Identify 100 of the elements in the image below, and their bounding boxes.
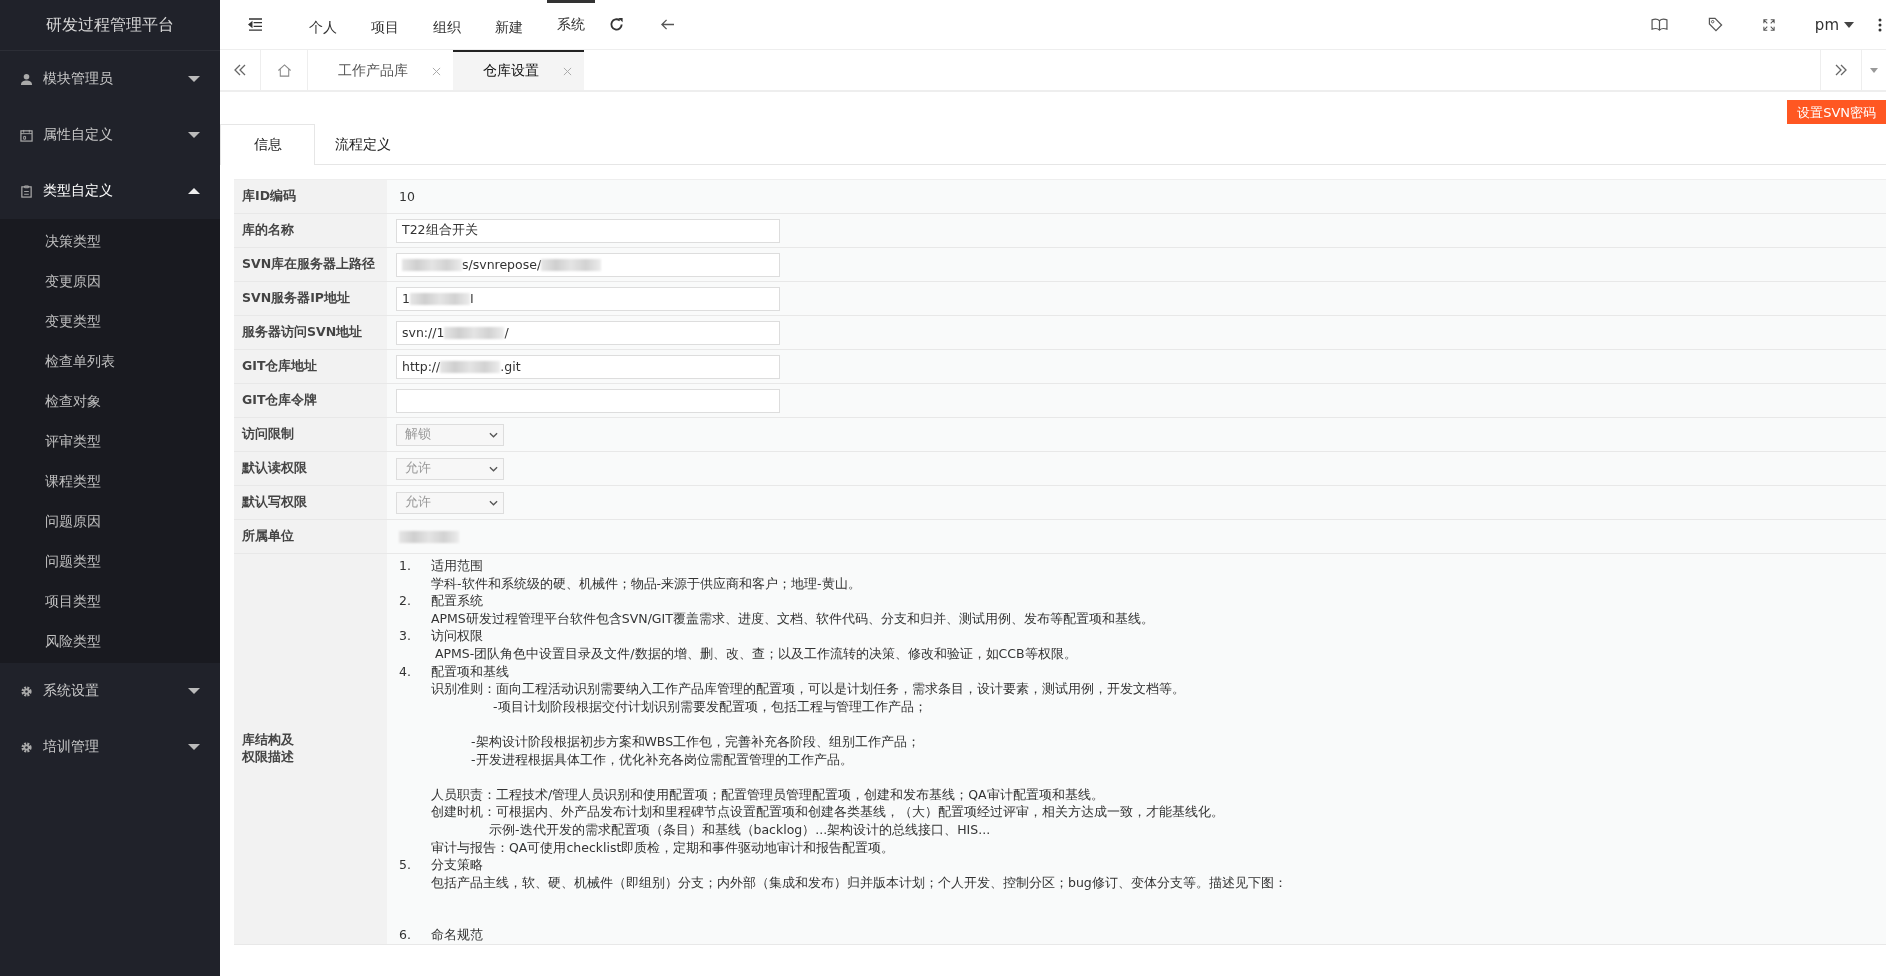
chevron-down-icon [489, 499, 498, 506]
section-heading: 命名规范 [431, 927, 483, 943]
section-heading: 访问权限 [431, 628, 483, 644]
sidebar-item[interactable]: 问题类型 [0, 541, 220, 581]
calendar-icon [20, 128, 33, 142]
field-label: 所属单位 [234, 520, 387, 553]
caret-down-icon [188, 744, 200, 750]
double-chevron-right-icon [1834, 63, 1848, 77]
field-value: 1 [402, 291, 410, 306]
field-label: GIT仓库令牌 [234, 384, 387, 417]
settings-icon [20, 740, 33, 754]
description-text: 示例-迭代开发的需求配置项（条目）和基线（backlog）...架构设计的总线接口、HIS... [488, 820, 992, 839]
list-number: 6. [399, 926, 412, 945]
user-menu[interactable]: pm [1814, 15, 1854, 34]
sidebar-group-label: 系统设置 [43, 682, 100, 700]
sidebar-item[interactable]: 风险类型 [0, 621, 220, 661]
sidebar-group[interactable]: 模块管理员 [0, 51, 220, 107]
top-nav-item[interactable]: 项目 [361, 0, 409, 49]
sidebar-group[interactable]: 系统设置 [0, 663, 220, 719]
top-nav-item[interactable]: 新建 [485, 0, 533, 49]
sidebar-group[interactable]: 属性自定义 [0, 107, 220, 163]
description-text: APMS-团队角色中设置目录及文件/数据的增、删、改、查；以及工作流转的决策、修改和验证，如CCB等权限。 [433, 644, 1078, 663]
info-tab[interactable]: 流程定义 [315, 124, 410, 164]
home-icon [276, 62, 292, 78]
field-value: http:// [402, 359, 441, 374]
field-value: s/svnrepose/ [462, 257, 542, 272]
description-text: -架构设计阶段根据初步方案和WBS工作包，完善补充各阶段、组别工作产品； [470, 732, 922, 751]
caret-down-icon [1844, 21, 1854, 28]
page-tab-label: 仓库设置 [483, 62, 539, 80]
list-number: 4. [399, 662, 412, 681]
select-value: 解锁 [405, 426, 431, 443]
tag-icon[interactable] [1707, 17, 1723, 32]
page-tab[interactable]: 仓库设置 [453, 50, 584, 90]
list-number: 1. [399, 557, 412, 575]
description-text: -开发进程根据具体工作，优化补充各岗位需配置管理的工作产品。 [470, 750, 854, 769]
sidebar-group-label: 模块管理员 [43, 70, 114, 88]
input-field[interactable]: s/svnrepose/ [396, 252, 780, 277]
info-tab[interactable]: 信息 [220, 124, 315, 165]
sidebar-item[interactable]: 问题原因 [0, 501, 220, 541]
select-value: 允许 [405, 460, 431, 477]
field-label: GIT仓库地址 [234, 350, 387, 383]
back-arrow-icon[interactable] [660, 18, 675, 31]
sidebar-item[interactable]: 决策类型 [0, 221, 220, 261]
sidebar-item[interactable]: 课程类型 [0, 461, 220, 501]
sidebar-item[interactable]: 变更原因 [0, 261, 220, 301]
field-value: 10 [399, 189, 415, 204]
top-nav-item[interactable]: 组织 [423, 0, 471, 49]
sidebar-group[interactable]: 培训管理 [0, 719, 220, 775]
section-heading: 配置项和基线 [431, 663, 509, 679]
redacted-block [440, 360, 501, 373]
description-text: -项目计划阶段根据交付计划识别需要发配置项，包括工程与管理工作产品； [492, 697, 928, 716]
sidebar-item[interactable]: 检查对象 [0, 381, 220, 421]
field-label: 库的名称 [234, 214, 387, 247]
input-field[interactable]: http:// .git [396, 354, 780, 379]
more-icon[interactable] [1878, 17, 1882, 32]
sidebar-item[interactable]: 检查单列表 [0, 341, 220, 381]
field-label: 默认读权限 [234, 452, 387, 485]
chevron-down-icon [489, 431, 498, 438]
sidebar-group[interactable]: 类型自定义 [0, 163, 220, 219]
fullscreen-icon[interactable] [1762, 18, 1775, 31]
menu-fold-icon[interactable] [248, 18, 263, 31]
input-field[interactable]: T22组合开关 [396, 218, 780, 243]
section-heading: 适用范围 [431, 558, 483, 573]
refresh-icon[interactable] [609, 17, 624, 32]
redacted-block [402, 258, 462, 271]
description-text: 审计与报告：QA可使用checklist即质检，定期和事件驱动地审计和报告配置项。 [430, 838, 896, 857]
description-text: 创建时机：可根据内、外产品发布计划和里程碑节点设置配置项和创建各类基线，（大）配置项经过评审，相关方达成一致，才能基线化。 [430, 803, 1225, 821]
field-label: SVN服务器IP地址 [234, 282, 387, 315]
user-icon [20, 72, 33, 86]
caret-down-icon [188, 76, 200, 82]
field-value: svn://1 [402, 325, 445, 340]
description-text: 识别准则：面向工程活动识别需要纳入工作产品库管理的配置项，可以是计划任务，需求条目，设计要素，测试用例，开发文档等。 [430, 680, 1186, 698]
book-icon[interactable] [1650, 18, 1668, 31]
input-field[interactable] [396, 388, 780, 413]
sidebar-item[interactable]: 项目类型 [0, 581, 220, 621]
list-number: 3. [399, 627, 412, 645]
field-label: 库结构及 [242, 732, 294, 750]
page-tab[interactable]: 工作产品库 [308, 50, 453, 90]
input-field[interactable]: 1 I [396, 286, 780, 311]
section-heading: 分支策略 [431, 857, 483, 873]
redacted-block [399, 530, 459, 543]
description-text: 包括产品主线，软、硬、机械件（即组别）分支；内外部（集成和发布）归并版本计划；个人开发、控制分区；bug修订、变体分支等。描述见下图： [430, 873, 1288, 892]
field-label: 库ID编码 [234, 180, 387, 213]
field-value: T22组合开关 [402, 222, 478, 239]
field-label: 默认写权限 [234, 486, 387, 519]
field-value: I [469, 291, 474, 306]
settings-icon [20, 684, 33, 698]
description-text: 人员职责：工程技术/管理人员识别和使用配置项；配置管理员管理配置项，创建和发布基线；QA审计配置项和基线。 [430, 785, 1105, 804]
list-number: 2. [399, 592, 412, 610]
select-value: 允许 [405, 494, 431, 511]
section-heading: 配置系统 [431, 593, 483, 609]
sidebar-item[interactable]: 评审类型 [0, 421, 220, 461]
page-tab-label: 工作产品库 [338, 62, 408, 80]
top-nav-item[interactable]: 个人 [299, 0, 347, 49]
sidebar-group-label: 属性自定义 [43, 126, 114, 144]
field-value: / [504, 325, 509, 340]
clipboard-icon [20, 184, 33, 198]
input-field[interactable]: svn://1 / [396, 320, 780, 345]
sidebar-item[interactable]: 变更类型 [0, 301, 220, 341]
double-chevron-left-icon [233, 63, 247, 77]
